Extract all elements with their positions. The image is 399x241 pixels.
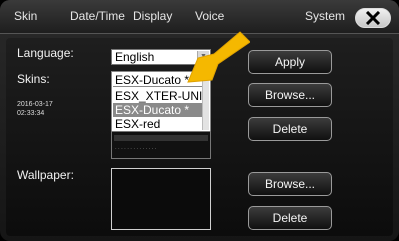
date-text: 2016-03-17 bbox=[17, 101, 53, 108]
wallpaper-preview[interactable] bbox=[111, 168, 211, 230]
tab-skin[interactable]: Skin bbox=[14, 9, 37, 23]
language-label: Language: bbox=[17, 46, 74, 60]
wallpaper-label: Wallpaper: bbox=[17, 168, 74, 182]
time-text: 02:33:34 bbox=[17, 110, 45, 117]
skin-option-red[interactable]: ESX-red bbox=[113, 117, 209, 131]
arrow-pointer-icon bbox=[187, 31, 250, 83]
delete-wallpaper-button[interactable]: Delete bbox=[248, 206, 332, 230]
preview-text: · · · · · · · · · · · · · · bbox=[115, 146, 157, 152]
close-icon bbox=[365, 11, 381, 25]
tab-system[interactable]: System bbox=[305, 9, 345, 23]
date-time-display: 2016-03-17 02:33:34 bbox=[17, 100, 53, 118]
close-button[interactable] bbox=[355, 8, 391, 28]
preview-bar bbox=[114, 135, 208, 141]
tab-bar: Skin Date/Time Display Voice System bbox=[0, 0, 399, 34]
browse-wallpaper-button[interactable]: Browse... bbox=[248, 172, 332, 196]
skin-option-ducato[interactable]: ESX-Ducato * bbox=[113, 103, 209, 117]
browse-skin-button[interactable]: Browse... bbox=[248, 83, 332, 107]
apply-button[interactable]: Apply bbox=[248, 50, 332, 74]
language-value: English bbox=[115, 50, 155, 64]
delete-skin-button[interactable]: Delete bbox=[248, 117, 332, 141]
tab-date-time[interactable]: Date/Time bbox=[70, 9, 125, 23]
tab-display[interactable]: Display bbox=[133, 9, 172, 23]
settings-window: Skin Date/Time Display Voice System Lang… bbox=[0, 0, 399, 241]
tab-voice[interactable]: Voice bbox=[195, 9, 224, 23]
skins-label: Skins: bbox=[17, 72, 50, 86]
skin-preview: · · · · · · · · · · · · · · bbox=[111, 131, 211, 159]
